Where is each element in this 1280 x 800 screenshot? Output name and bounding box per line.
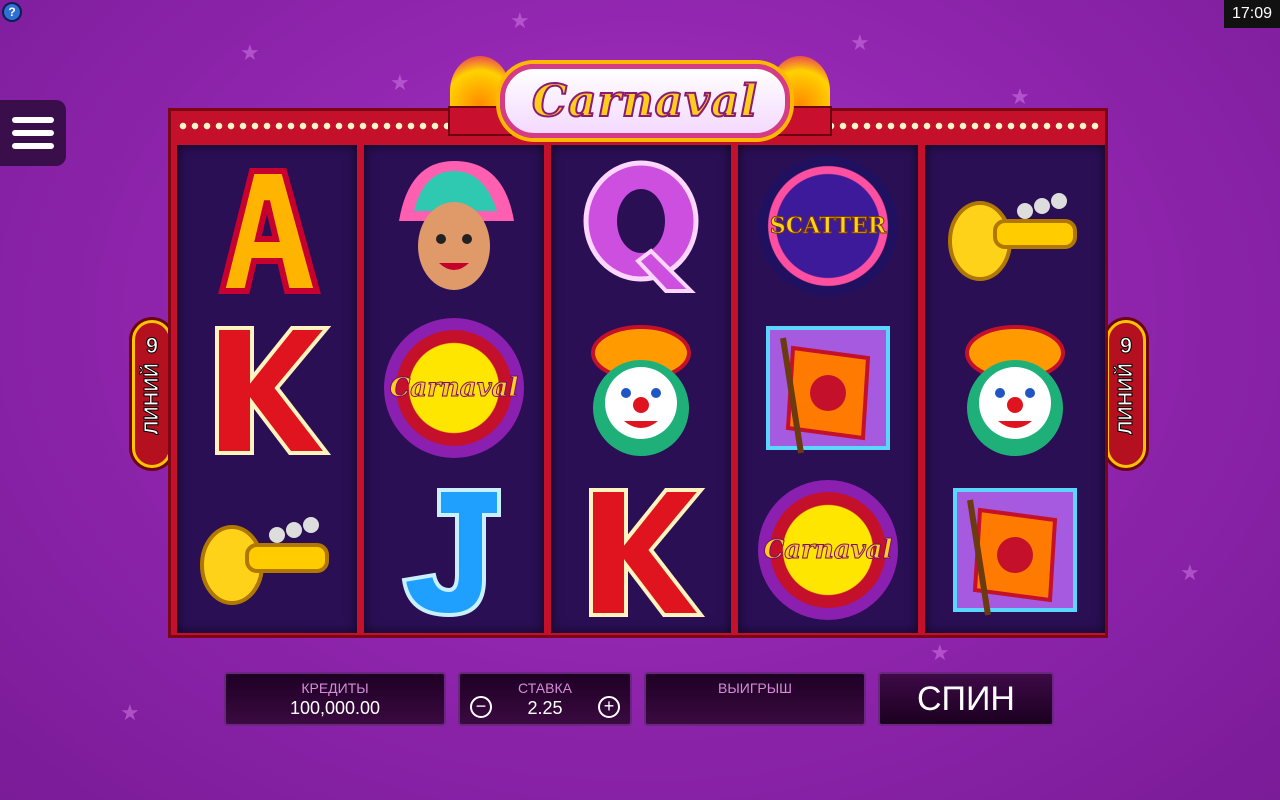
bet-label: СТАВКА xyxy=(518,680,572,696)
symbol-trumpet xyxy=(925,145,1105,307)
reel-frame: Carnaval SCATTER Carnaval xyxy=(168,108,1108,638)
star-icon: ★ xyxy=(240,40,260,65)
symbol-a xyxy=(177,145,357,307)
bet-increase-button[interactable]: + xyxy=(598,696,620,718)
win-label: ВЫИГРЫШ xyxy=(718,680,792,696)
symbol-clown xyxy=(925,307,1105,469)
scatter-text: SCATTER xyxy=(769,213,887,240)
reel-1 xyxy=(177,145,357,633)
menu-button[interactable] xyxy=(0,100,66,166)
star-icon: ★ xyxy=(390,70,410,95)
symbol-logo-text: Carnaval xyxy=(389,373,519,404)
symbol-carnaval-logo: Carnaval xyxy=(364,307,544,469)
star-icon: ★ xyxy=(510,8,530,33)
logo-banner: Carnaval xyxy=(500,64,790,138)
spin-button[interactable]: СПИН xyxy=(878,672,1054,726)
help-icon[interactable]: ? xyxy=(4,4,20,20)
credits-label: КРЕДИТЫ xyxy=(301,680,369,696)
hamburger-line xyxy=(12,117,54,123)
reel-4: SCATTER Carnaval xyxy=(738,145,918,633)
game-logo: Carnaval xyxy=(444,52,836,142)
symbol-k xyxy=(551,469,731,631)
hamburger-line xyxy=(12,130,54,136)
reel-3 xyxy=(551,145,731,633)
symbol-clown xyxy=(551,307,731,469)
paylines-badge-right: 9 ЛИНИЙ xyxy=(1106,320,1146,468)
star-icon: ★ xyxy=(120,700,140,725)
symbol-trumpet xyxy=(177,469,357,631)
symbol-q xyxy=(551,145,731,307)
reel-2: Carnaval xyxy=(364,145,544,633)
bet-panel: СТАВКА 2.25 − + xyxy=(458,672,632,726)
paylines-word: ЛИНИЙ xyxy=(140,363,163,436)
win-panel: ВЫИГРЫШ xyxy=(644,672,866,726)
paylines-word: ЛИНИЙ xyxy=(1114,363,1137,436)
reel-5 xyxy=(925,145,1105,633)
symbol-flag xyxy=(738,307,918,469)
logo-title: Carnaval xyxy=(531,75,758,128)
symbol-flag xyxy=(925,469,1105,631)
bet-decrease-button[interactable]: − xyxy=(470,696,492,718)
star-icon: ★ xyxy=(930,640,950,665)
star-icon: ★ xyxy=(850,30,870,55)
paylines-number: 9 xyxy=(1119,333,1133,359)
symbol-logo-text: Carnaval xyxy=(763,535,893,566)
credits-value: 100,000.00 xyxy=(289,698,381,718)
star-icon: ★ xyxy=(1010,84,1030,109)
clock: 17:09 xyxy=(1224,0,1280,28)
symbol-dancer xyxy=(364,145,544,307)
paylines-number: 9 xyxy=(145,333,159,359)
symbol-k xyxy=(177,307,357,469)
symbol-carnaval-logo: Carnaval xyxy=(738,469,918,631)
paylines-badge-left: 9 ЛИНИЙ xyxy=(132,320,172,468)
credits-panel: КРЕДИТЫ 100,000.00 xyxy=(224,672,446,726)
symbol-j xyxy=(364,469,544,631)
star-icon: ★ xyxy=(1180,560,1200,585)
symbol-scatter: SCATTER xyxy=(738,145,918,307)
hamburger-line xyxy=(12,143,54,149)
